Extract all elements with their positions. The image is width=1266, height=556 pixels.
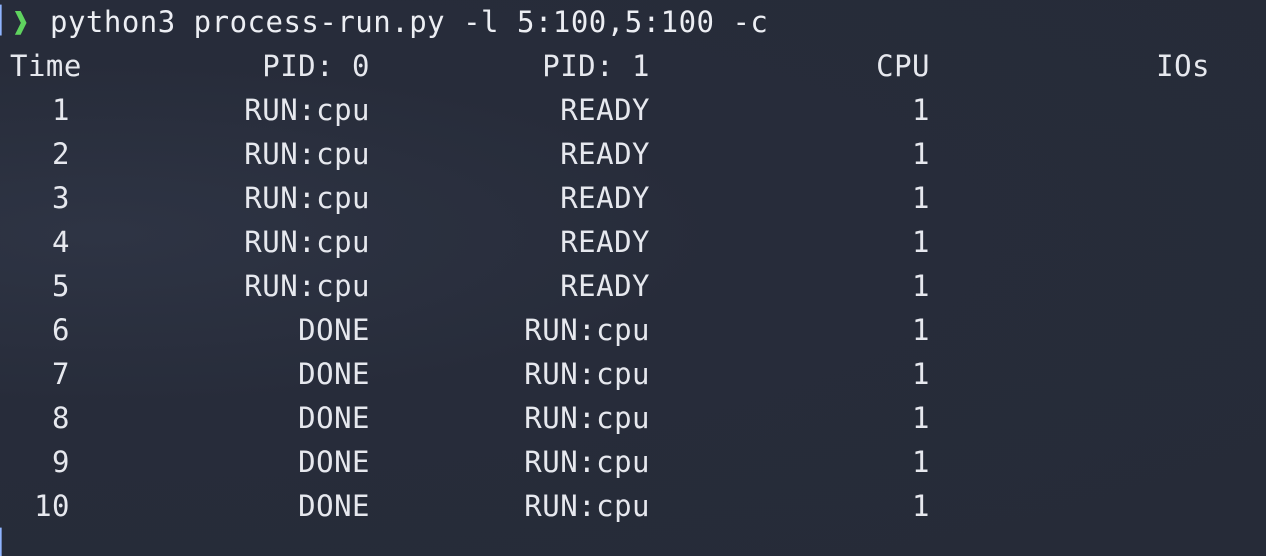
cell-cpu: 1 (912, 93, 930, 127)
prompt-line: ▏ ❱ python3 process-run.py -l 5:100,5:10… (0, 0, 768, 44)
chevron-right-icon: ❱ (12, 5, 30, 39)
next-prompt-edge-icon: ▏ (0, 529, 16, 556)
cell-cpu: 1 (912, 137, 930, 171)
cell-pid0: RUN:cpu (244, 137, 370, 171)
terminal-window[interactable]: ▏ ❱ python3 process-run.py -l 5:100,5:10… (0, 0, 1266, 556)
cell-pid0: DONE (298, 313, 370, 347)
cell-time: 9 (52, 445, 70, 479)
cell-pid1: READY (560, 181, 650, 215)
header-cpu: CPU (876, 49, 930, 83)
table-row: 7 DONE RUN:cpu 1 (0, 352, 929, 396)
cell-cpu: 1 (912, 445, 930, 479)
table-row: 4 RUN:cpu READY 1 (0, 220, 929, 264)
cell-pid1: RUN:cpu (524, 489, 650, 523)
command-text[interactable]: python3 process-run.py -l 5:100,5:100 -c (50, 0, 768, 44)
cell-cpu: 1 (912, 313, 930, 347)
cell-time: 1 (52, 93, 70, 127)
cell-time: 7 (52, 357, 70, 391)
cell-pid1: RUN:cpu (524, 445, 650, 479)
cell-pid0: RUN:cpu (244, 93, 370, 127)
cell-pid0: RUN:cpu (244, 181, 370, 215)
cell-pid1: READY (560, 225, 650, 259)
cell-pid1: READY (560, 137, 650, 171)
cursor-edge-icon: ▏ (0, 6, 17, 36)
cell-cpu: 1 (912, 357, 930, 391)
cell-pid1: RUN:cpu (524, 357, 650, 391)
table-row: 5 RUN:cpu READY 1 (0, 264, 929, 308)
cell-pid0: RUN:cpu (244, 225, 370, 259)
header-time: Time (10, 49, 82, 83)
table-row: 10 DONE RUN:cpu 1 (0, 484, 929, 528)
table-row: 8 DONE RUN:cpu 1 (0, 396, 929, 440)
cell-time: 2 (52, 137, 70, 171)
table-row: 3 RUN:cpu READY 1 (0, 176, 929, 220)
cell-time: 10 (34, 489, 70, 523)
cell-pid0: DONE (298, 445, 370, 479)
cell-cpu: 1 (912, 489, 930, 523)
cell-cpu: 1 (912, 401, 930, 435)
cell-time: 8 (52, 401, 70, 435)
cell-time: 5 (52, 269, 70, 303)
cell-time: 3 (52, 181, 70, 215)
cell-pid1: RUN:cpu (524, 313, 650, 347)
cell-pid1: RUN:cpu (524, 401, 650, 435)
table-row: 1 RUN:cpu READY 1 (0, 88, 929, 132)
cell-cpu: 1 (912, 225, 930, 259)
cell-time: 6 (52, 313, 70, 347)
cell-cpu: 1 (912, 269, 930, 303)
cell-pid0: DONE (298, 489, 370, 523)
cell-pid0: DONE (298, 357, 370, 391)
table-row: 2 RUN:cpu READY 1 (0, 132, 929, 176)
cell-cpu: 1 (912, 181, 930, 215)
cell-pid1: READY (560, 93, 650, 127)
table-row: 6 DONE RUN:cpu 1 (0, 308, 929, 352)
table-header: Time PID: 0 PID: 1 CPU IOs (0, 44, 1210, 88)
cell-pid0: RUN:cpu (244, 269, 370, 303)
header-ios: IOs (1156, 49, 1210, 83)
header-pid1: PID: 1 (542, 49, 650, 83)
cell-time: 4 (52, 225, 70, 259)
header-pid0: PID: 0 (262, 49, 370, 83)
cell-pid0: DONE (298, 401, 370, 435)
table-row: 9 DONE RUN:cpu 1 (0, 440, 929, 484)
cell-pid1: READY (560, 269, 650, 303)
